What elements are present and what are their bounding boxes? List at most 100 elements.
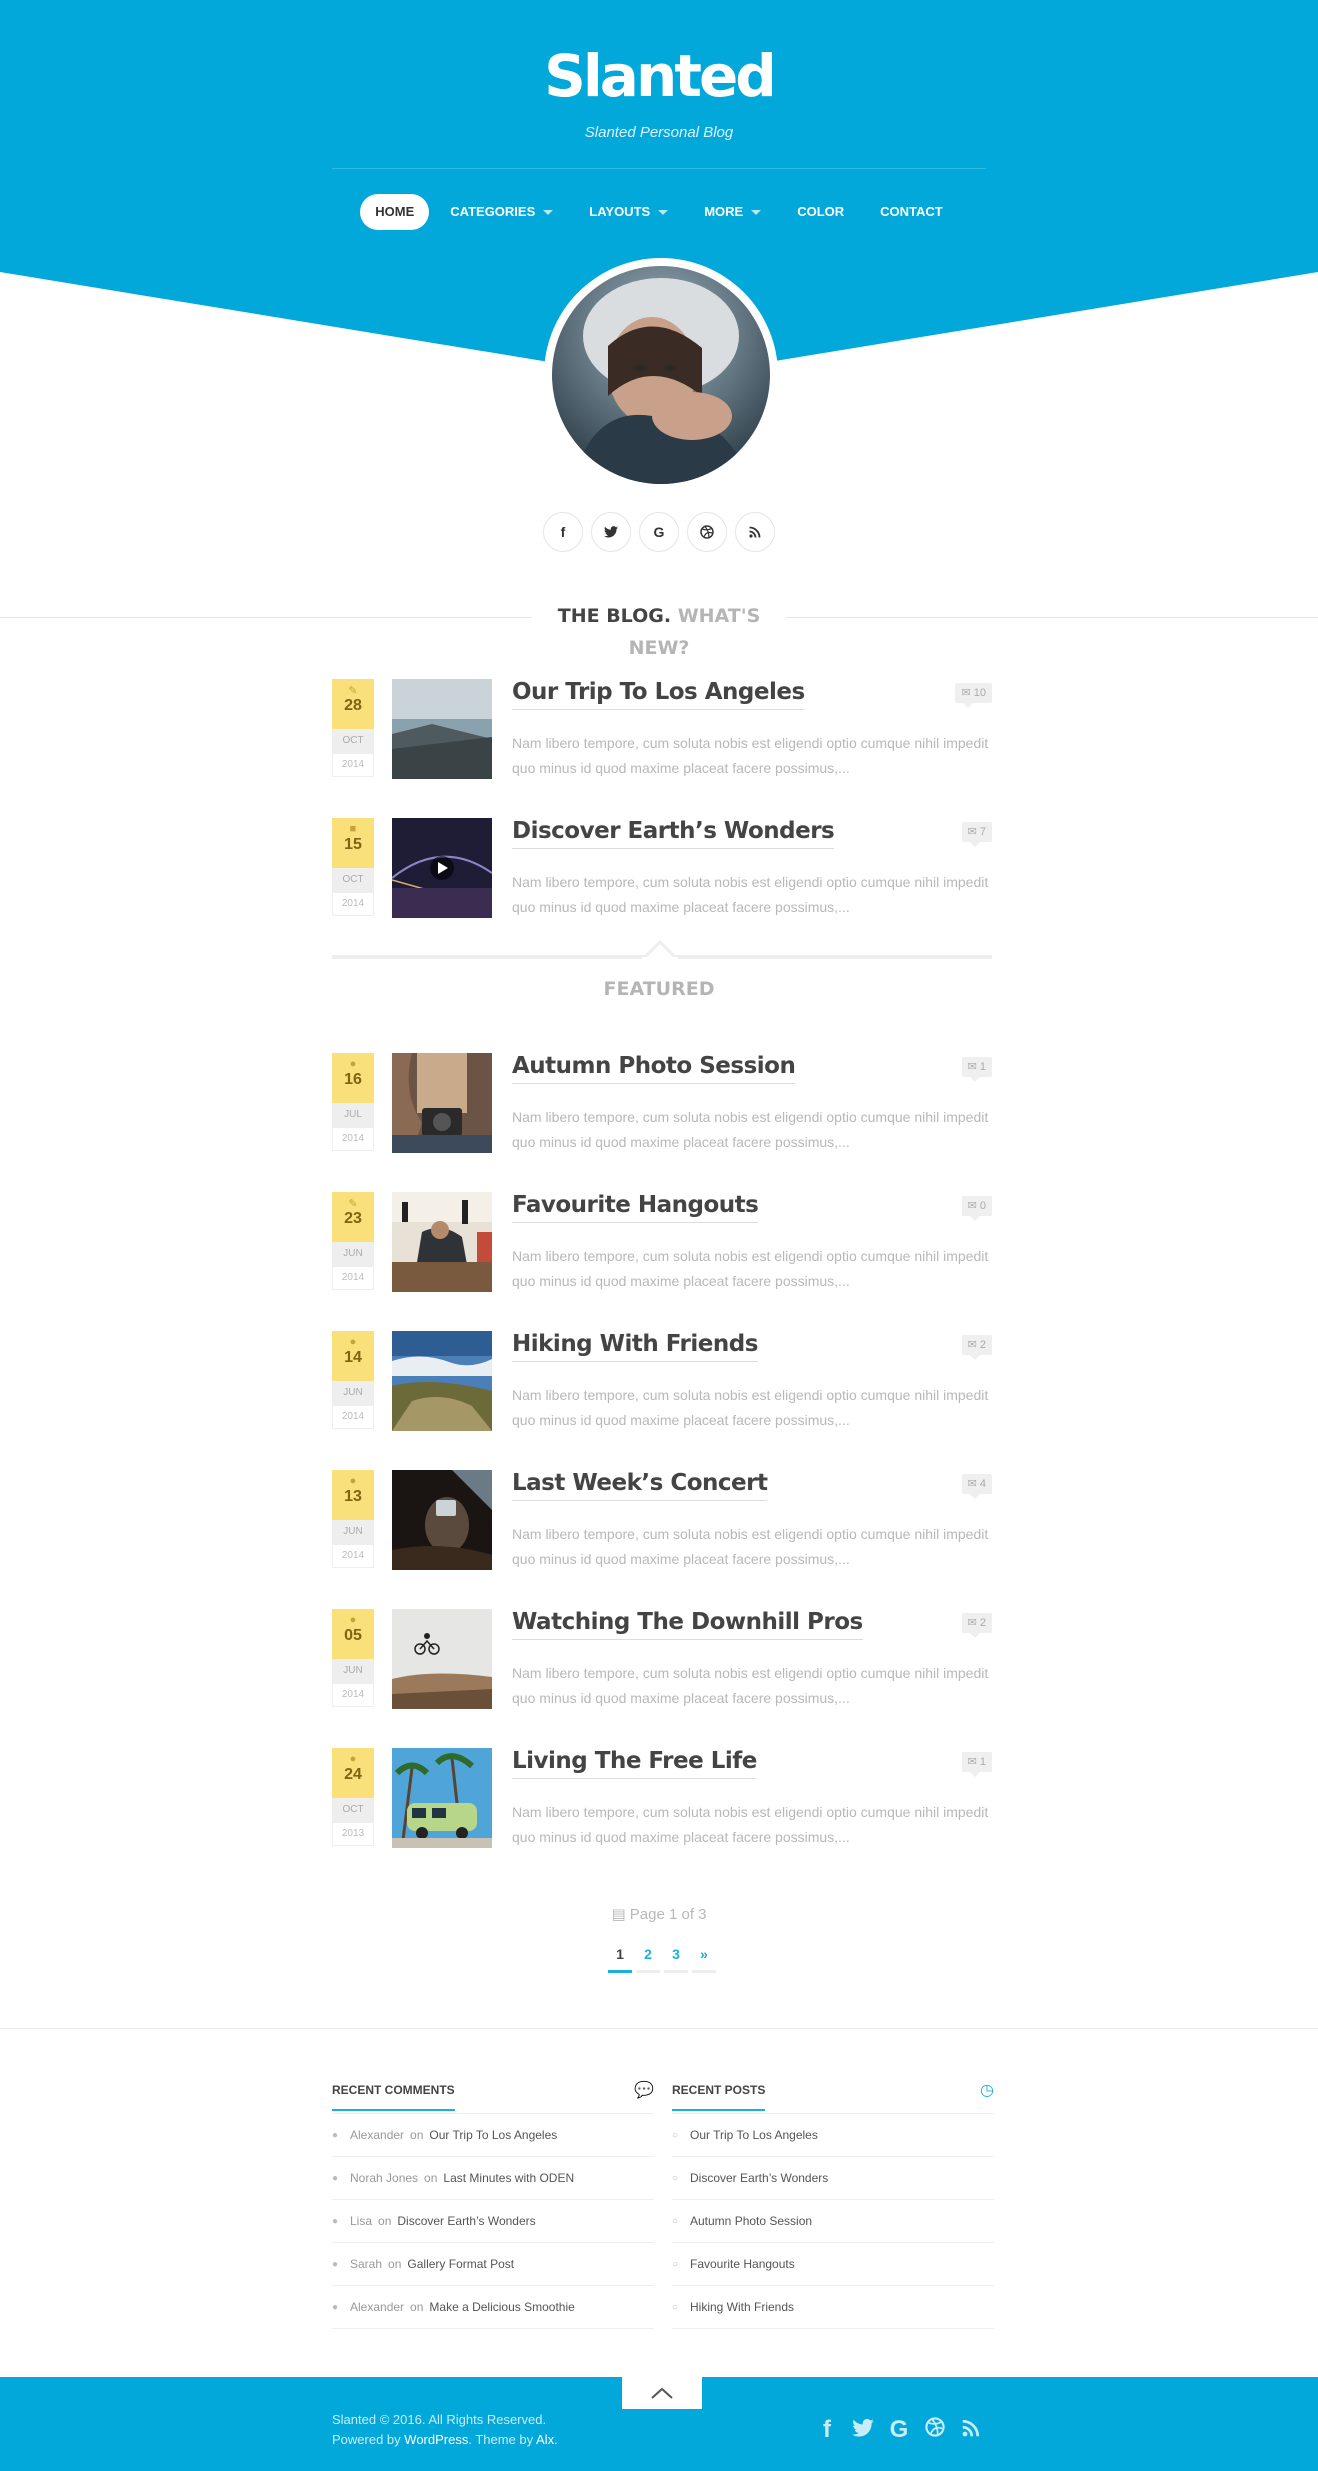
page-2-link[interactable]: 2 bbox=[636, 1946, 660, 1973]
chevron-down-icon bbox=[658, 209, 669, 215]
post-title[interactable]: Autumn Photo Session bbox=[512, 1053, 796, 1084]
rss-icon[interactable] bbox=[960, 2416, 982, 2444]
nav-item-layouts[interactable]: LAYOUTS bbox=[574, 194, 683, 230]
facebook-icon[interactable]: f bbox=[543, 512, 583, 552]
post-thumbnail[interactable] bbox=[392, 1470, 492, 1570]
post-thumbnail[interactable] bbox=[392, 679, 492, 779]
pagination: 1 2 3 » bbox=[608, 1946, 716, 1973]
page-3-link[interactable]: 3 bbox=[664, 1946, 688, 1973]
comment-item: ● Sarah on Gallery Format Post bbox=[332, 2243, 654, 2286]
comment-item: ● Alexander on Make a Delicious Smoothie bbox=[332, 2286, 654, 2329]
post-year: 2014 bbox=[332, 1266, 374, 1290]
post-date: ● 14 JUN 2014 bbox=[332, 1331, 374, 1429]
comment-count[interactable]: ✉ 2 bbox=[961, 1613, 992, 1638]
post-item: ● 13 JUN 2014 Last Week’s Concert ✉ 4 Nam… bbox=[332, 1470, 992, 1574]
pencil-icon: ✎ bbox=[348, 685, 358, 697]
comment-count[interactable]: ✉ 2 bbox=[961, 1335, 992, 1360]
recent-post-item: ○ Hiking With Friends bbox=[672, 2286, 994, 2329]
nav-label: CATEGORIES bbox=[450, 204, 536, 219]
recent-post-link[interactable]: Hiking With Friends bbox=[690, 2300, 794, 2314]
post-item: ● 24 OCT 2013 Living The Free Life ✉ 1 Na… bbox=[332, 1748, 992, 1852]
post-title[interactable]: Watching The Downhill Pros bbox=[512, 1609, 863, 1640]
comment-bubble-icon: ● bbox=[332, 2129, 339, 2141]
comment-post-link[interactable]: Last Minutes with ODEN bbox=[443, 2171, 574, 2185]
post-day: 28 bbox=[344, 697, 362, 714]
nav-item-home[interactable]: HOME bbox=[360, 194, 430, 230]
comment-author: Lisa bbox=[350, 2214, 373, 2228]
post-date: ● 13 JUN 2014 bbox=[332, 1470, 374, 1568]
post-title[interactable]: Hiking With Friends bbox=[512, 1331, 758, 1362]
comment-count[interactable]: ✉ 10 bbox=[955, 683, 992, 708]
facebook-icon[interactable]: f bbox=[816, 2416, 838, 2444]
nav-label: LAYOUTS bbox=[589, 204, 651, 219]
author-link[interactable]: Alx bbox=[536, 2432, 554, 2447]
wordpress-link[interactable]: WordPress bbox=[404, 2432, 468, 2447]
comment-count[interactable]: ✉ 1 bbox=[961, 1057, 992, 1082]
post-thumbnail[interactable] bbox=[392, 1331, 492, 1431]
post-item: ■ 15 OCT 2014 Discover Earth’s Wonders ✉ … bbox=[332, 818, 992, 922]
post-day: 24 bbox=[344, 1766, 362, 1783]
nav-item-more[interactable]: MORE bbox=[689, 194, 776, 230]
recent-post-link[interactable]: Our Trip To Los Angeles bbox=[690, 2128, 818, 2142]
widget-title: RECENT POSTS bbox=[672, 2083, 766, 2111]
post-thumbnail[interactable] bbox=[392, 1609, 492, 1709]
comment-item: ● Norah Jones on Last Minutes with ODEN bbox=[332, 2157, 654, 2200]
post-thumbnail[interactable] bbox=[392, 1053, 492, 1153]
post-title[interactable]: Favourite Hangouts bbox=[512, 1192, 759, 1223]
comment-count[interactable]: ✉ 4 bbox=[961, 1474, 992, 1499]
comment-bubble-icon: ● bbox=[332, 2258, 339, 2270]
comment-count-value: 1 bbox=[979, 1756, 986, 1768]
post-title[interactable]: Living The Free Life bbox=[512, 1748, 757, 1779]
post-thumbnail[interactable] bbox=[392, 1192, 492, 1292]
nav-item-contact[interactable]: CONTACT bbox=[865, 194, 958, 230]
featured-notch bbox=[642, 940, 678, 960]
post-title[interactable]: Our Trip To Los Angeles bbox=[512, 679, 805, 710]
post-thumbnail[interactable] bbox=[392, 1748, 492, 1848]
recent-post-link[interactable]: Discover Earth’s Wonders bbox=[690, 2171, 828, 2185]
google-icon[interactable]: G bbox=[888, 2416, 910, 2444]
post-date: ✎ 23 JUN 2014 bbox=[332, 1192, 374, 1290]
twitter-icon[interactable] bbox=[852, 2416, 874, 2444]
dribbble-icon[interactable] bbox=[687, 512, 727, 552]
recent-post-link[interactable]: Autumn Photo Session bbox=[690, 2214, 812, 2228]
post-excerpt: Nam libero tempore, cum soluta nobis est… bbox=[512, 1526, 989, 1567]
comment-post-link[interactable]: Make a Delicious Smoothie bbox=[429, 2300, 574, 2314]
post-item: ● 14 JUN 2014 Hiking With Friends ✉ 2 Nam… bbox=[332, 1331, 992, 1435]
dribbble-icon[interactable] bbox=[924, 2416, 946, 2444]
recent-post-link[interactable]: Favourite Hangouts bbox=[690, 2257, 795, 2271]
comment-count-value: 1 bbox=[979, 1061, 986, 1073]
twitter-icon[interactable] bbox=[591, 512, 631, 552]
nav-item-categories[interactable]: CATEGORIES bbox=[435, 194, 568, 230]
page-1-link[interactable]: 1 bbox=[608, 1946, 632, 1973]
chevron-down-icon bbox=[751, 209, 762, 215]
comment-bubble-icon: ● bbox=[332, 2301, 339, 2313]
comment-count[interactable]: ✉ 0 bbox=[961, 1196, 992, 1221]
comment-post-link[interactable]: Our Trip To Los Angeles bbox=[429, 2128, 557, 2142]
next-page-link[interactable]: » bbox=[692, 1946, 716, 1973]
page-info: ▤ Page 1 of 3 bbox=[0, 1905, 1318, 1923]
comment-post-link[interactable]: Discover Earth’s Wonders bbox=[397, 2214, 535, 2228]
comment-item: ● Lisa on Discover Earth’s Wonders bbox=[332, 2200, 654, 2243]
comment-count[interactable]: ✉ 7 bbox=[961, 822, 992, 847]
post-item: ✎ 28 OCT 2014 Our Trip To Los Angeles ✉ 1… bbox=[332, 679, 992, 783]
site-title[interactable]: Slanted bbox=[0, 42, 1318, 110]
comment-on: on bbox=[388, 2257, 402, 2271]
rss-icon[interactable] bbox=[735, 512, 775, 552]
post-thumbnail[interactable] bbox=[392, 818, 492, 918]
main-nav: HOME CATEGORIES LAYOUTS MORE COLOR CONTA… bbox=[0, 194, 1318, 230]
google-icon[interactable]: G bbox=[639, 512, 679, 552]
comment-count[interactable]: ✉ 1 bbox=[961, 1752, 992, 1777]
back-to-top-button[interactable] bbox=[622, 2377, 702, 2409]
post-month: JUN bbox=[332, 1520, 374, 1544]
pencil-icon: ✎ bbox=[348, 1198, 358, 1210]
nav-label: CONTACT bbox=[880, 204, 943, 219]
comment-bubble-icon: ● bbox=[332, 2215, 339, 2227]
comment-post-link[interactable]: Gallery Format Post bbox=[407, 2257, 514, 2271]
post-title[interactable]: Last Week’s Concert bbox=[512, 1470, 768, 1501]
post-month: JUN bbox=[332, 1659, 374, 1683]
header-divider bbox=[332, 168, 986, 169]
recent-post-item: ○ Autumn Photo Session bbox=[672, 2200, 994, 2243]
post-excerpt: Nam libero tempore, cum soluta nobis est… bbox=[512, 1248, 989, 1289]
nav-item-color[interactable]: COLOR bbox=[782, 194, 859, 230]
post-title[interactable]: Discover Earth’s Wonders bbox=[512, 818, 835, 849]
